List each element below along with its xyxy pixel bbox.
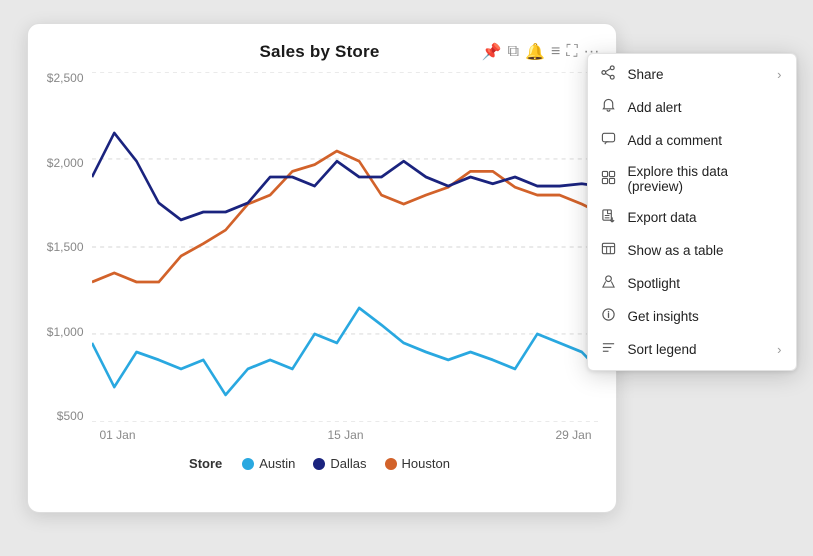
y-label-1000: $1,000 bbox=[47, 326, 84, 338]
x-label-29jan: 29 Jan bbox=[555, 428, 591, 442]
outer-container: Sales by Store 📌 ⧉ 🔔 ≡ ⛶ ··· $2,500 $2,0… bbox=[27, 23, 787, 533]
spotlight-icon bbox=[600, 274, 618, 293]
menu-label-add-alert: Add alert bbox=[628, 100, 682, 115]
explore-icon bbox=[600, 170, 618, 189]
legend-name-austin: Austin bbox=[259, 456, 295, 471]
legend-name-dallas: Dallas bbox=[330, 456, 366, 471]
share-arrow-icon: › bbox=[777, 67, 781, 82]
menu-item-share[interactable]: Share › bbox=[588, 58, 796, 91]
chart-card: Sales by Store 📌 ⧉ 🔔 ≡ ⛶ ··· $2,500 $2,0… bbox=[27, 23, 617, 513]
legend-item-dallas: Dallas bbox=[313, 456, 366, 471]
y-axis: $2,500 $2,000 $1,500 $1,000 $500 bbox=[42, 72, 92, 422]
filter-icon[interactable]: ≡ bbox=[551, 43, 560, 61]
expand-icon[interactable]: ⛶ bbox=[566, 43, 577, 61]
legend-dot-austin bbox=[242, 458, 254, 470]
alert-icon bbox=[600, 98, 618, 117]
legend-store-label: Store bbox=[189, 456, 222, 471]
context-menu: Share › Add alert bbox=[587, 53, 797, 371]
menu-label-spotlight: Spotlight bbox=[628, 276, 681, 291]
x-label-01jan: 01 Jan bbox=[100, 428, 136, 442]
legend-item-houston: Houston bbox=[385, 456, 450, 471]
export-icon bbox=[600, 208, 618, 227]
share-icon bbox=[600, 65, 618, 84]
legend-dot-houston bbox=[385, 458, 397, 470]
menu-label-explore-data: Explore this data (preview) bbox=[628, 164, 782, 194]
sort-legend-arrow-icon: › bbox=[777, 342, 781, 357]
x-label-15jan: 15 Jan bbox=[327, 428, 363, 442]
menu-item-show-as-table[interactable]: Show as a table bbox=[588, 234, 796, 267]
comment-icon bbox=[600, 131, 618, 150]
menu-label-show-as-table: Show as a table bbox=[628, 243, 724, 258]
y-label-2000: $2,000 bbox=[47, 157, 84, 169]
insights-icon bbox=[600, 307, 618, 326]
menu-item-export-data[interactable]: Export data bbox=[588, 201, 796, 234]
chart-plot bbox=[92, 72, 598, 422]
x-axis: 01 Jan 15 Jan 29 Jan bbox=[42, 428, 598, 442]
menu-label-sort-legend: Sort legend bbox=[628, 342, 697, 357]
copy-icon[interactable]: ⧉ bbox=[508, 43, 519, 61]
menu-label-add-comment: Add a comment bbox=[628, 133, 723, 148]
y-label-1500: $1,500 bbox=[47, 241, 84, 253]
menu-label-export-data: Export data bbox=[628, 210, 697, 225]
menu-item-explore-data[interactable]: Explore this data (preview) bbox=[588, 157, 796, 201]
menu-item-sort-legend[interactable]: Sort legend › bbox=[588, 333, 796, 366]
y-label-2500: $2,500 bbox=[47, 72, 84, 84]
menu-item-add-comment[interactable]: Add a comment bbox=[588, 124, 796, 157]
menu-item-get-insights[interactable]: Get insights bbox=[588, 300, 796, 333]
menu-label-get-insights: Get insights bbox=[628, 309, 699, 324]
pin-icon[interactable]: 📌 bbox=[482, 42, 502, 62]
sort-icon bbox=[600, 340, 618, 359]
bell-icon[interactable]: 🔔 bbox=[525, 42, 545, 62]
chart-toolbar: 📌 ⧉ 🔔 ≡ ⛶ ··· bbox=[482, 42, 600, 62]
menu-item-add-alert[interactable]: Add alert bbox=[588, 91, 796, 124]
y-label-500: $500 bbox=[57, 410, 84, 422]
chart-legend: Store Austin Dallas Houston bbox=[42, 456, 598, 471]
table-icon bbox=[600, 241, 618, 260]
menu-label-share: Share bbox=[628, 67, 664, 82]
legend-item-austin: Austin bbox=[242, 456, 295, 471]
menu-item-spotlight[interactable]: Spotlight bbox=[588, 267, 796, 300]
legend-name-houston: Houston bbox=[402, 456, 450, 471]
legend-dot-dallas bbox=[313, 458, 325, 470]
